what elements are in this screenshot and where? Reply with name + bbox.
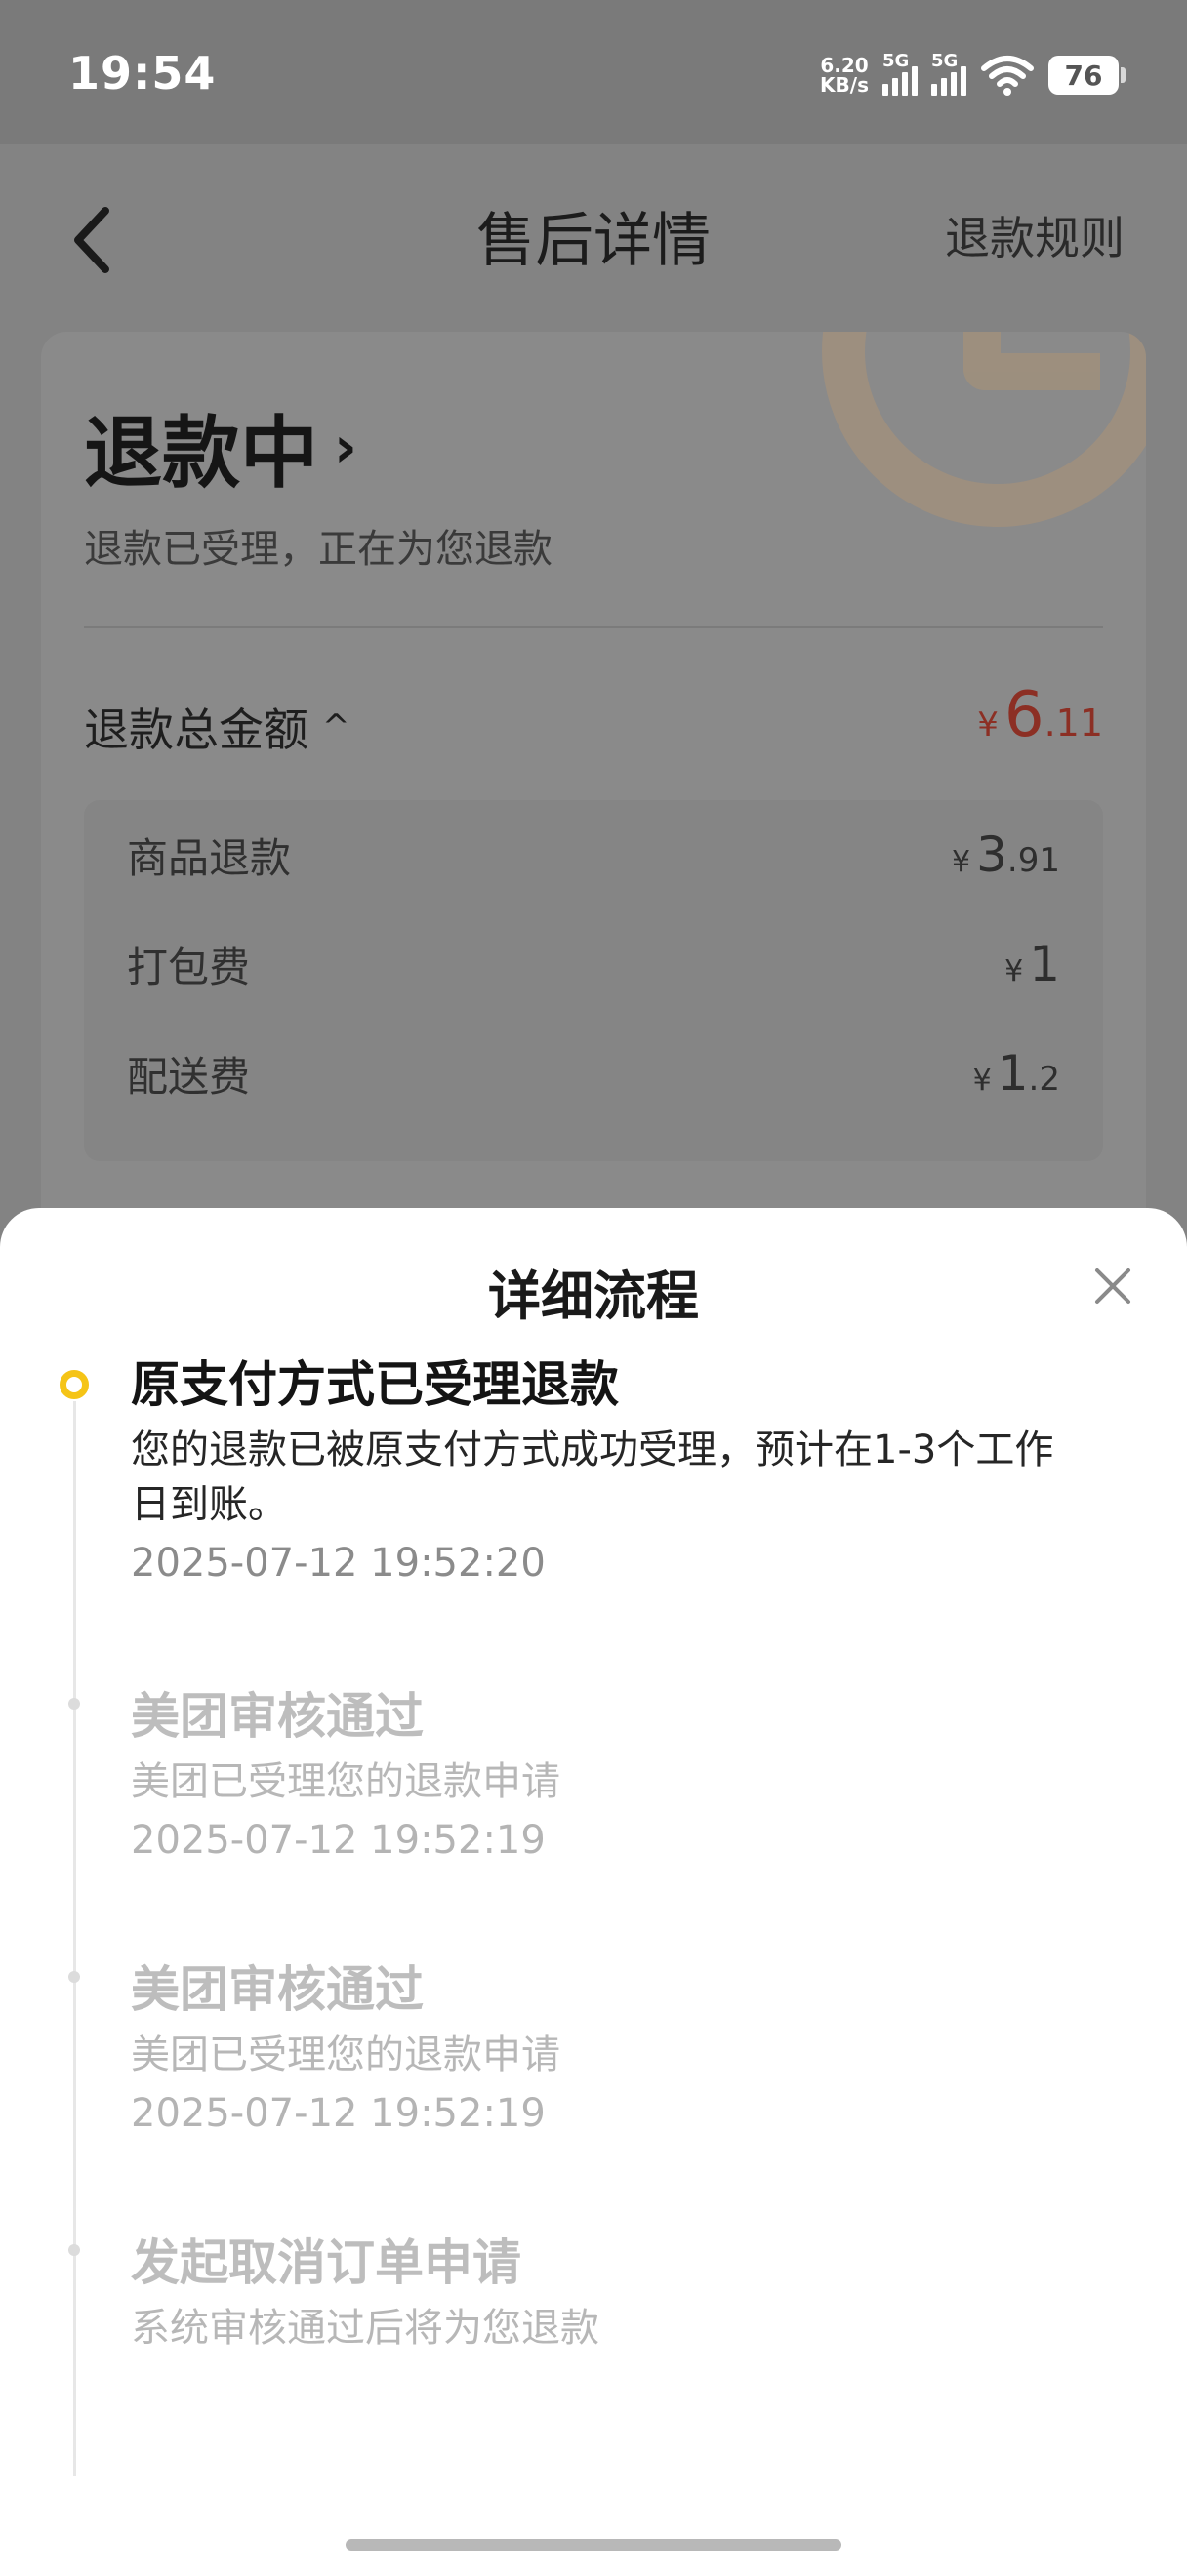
breakdown-row: 打包费 ¥ 1	[127, 935, 1060, 993]
amount-integer: 3	[976, 826, 1007, 883]
breakdown-amount: ¥ 3 .91	[952, 826, 1060, 883]
timeline-line	[73, 1401, 76, 2476]
breakdown-label: 打包费	[127, 943, 251, 991]
currency-symbol: ¥	[977, 705, 999, 745]
status-bar: 19:54 6.20 KB/s 5G 5G 76	[0, 0, 1187, 144]
refund-status-title[interactable]: 退款中 ›	[84, 390, 357, 503]
refund-status-subtitle: 退款已受理，正在为您退款	[84, 527, 553, 572]
refund-total-label: 退款总金额	[84, 704, 308, 756]
chevron-up-icon: ^	[322, 707, 350, 746]
timeline-step: 原支付方式已受理退款 您的退款已被原支付方式成功受理，预计在1-3个工作日到账。…	[131, 1354, 1070, 1590]
step-description: 美团已受理您的退款申请	[131, 2033, 560, 2077]
step-title: 美团审核通过	[131, 1688, 424, 1745]
sheet-title: 详细流程	[488, 1266, 699, 1327]
timeline-step: 发起取消订单申请 系统审核通过后将为您退款	[131, 2233, 1070, 2355]
currency-symbol: ¥	[972, 1064, 992, 1098]
timeline-step: 美团审核通过 美团已受理您的退款申请 2025-07-12 19:52:19	[131, 1959, 1070, 2141]
breakdown-label: 商品退款	[127, 833, 292, 882]
timeline-dot-icon	[68, 1698, 80, 1710]
step-title: 发起取消订单申请	[131, 2234, 521, 2291]
refund-total-toggle[interactable]: 退款总金额 ^	[84, 695, 350, 759]
timeline-dot-icon	[68, 2244, 80, 2256]
status-time: 19:54	[68, 47, 217, 100]
breakdown-row: 配送费 ¥ 1 .2	[127, 1044, 1060, 1103]
refund-status-label: 退款中	[84, 408, 318, 499]
amount-decimal: .2	[1028, 1060, 1060, 1099]
timeline-dot-icon	[68, 1971, 80, 1983]
step-description: 您的退款已被原支付方式成功受理，预计在1-3个工作日到账。	[131, 1428, 1054, 1527]
network-speed: 6.20 KB/s	[820, 56, 869, 95]
battery-icon: 76	[1048, 56, 1126, 95]
step-time: 2025-07-12 19:52:19	[131, 1818, 546, 1863]
currency-symbol: ¥	[1004, 954, 1024, 988]
wifi-icon	[981, 56, 1034, 96]
divider	[84, 626, 1103, 628]
detail-flow-sheet: 详细流程 原支付方式已受理退款 您的退款已被原支付方式成功受理，预计在1-3个工…	[0, 1208, 1187, 2576]
refund-rules-link[interactable]: 退款规则	[945, 203, 1125, 267]
signal-icon: 5G	[931, 51, 966, 96]
step-title: 美团审核通过	[131, 1961, 424, 2018]
refund-breakdown: 商品退款 ¥ 3 .91 打包费 ¥ 1 配送费 ¥ 1 .2	[84, 800, 1103, 1161]
amount-integer: 1	[1029, 936, 1060, 992]
step-time: 2025-07-12 19:52:20	[131, 1541, 546, 1586]
home-indicator[interactable]	[346, 2539, 841, 2551]
chevron-right-icon: ›	[334, 414, 357, 480]
breakdown-label: 配送费	[127, 1052, 251, 1101]
step-time: 2025-07-12 19:52:19	[131, 2091, 546, 2136]
step-description: 美团已受理您的退款申请	[131, 1759, 560, 1804]
step-description: 系统审核通过后将为您退款	[131, 2306, 599, 2351]
amount-integer: 6	[1003, 679, 1044, 751]
refund-total-amount: ¥ 6 .11	[977, 679, 1103, 751]
timeline-dot-active-icon	[60, 1370, 89, 1399]
breakdown-amount: ¥ 1	[1004, 936, 1060, 992]
signal-icon: 5G	[882, 51, 918, 96]
network-speed-value: 6.20	[820, 54, 869, 77]
clock-hand-decoration	[963, 332, 1100, 390]
timeline-step: 美团审核通过 美团已受理您的退款申请 2025-07-12 19:52:19	[131, 1686, 1070, 1868]
amount-decimal: .91	[1006, 841, 1060, 880]
sim2-label: 5G	[931, 51, 959, 71]
network-speed-unit: KB/s	[820, 73, 869, 97]
breakdown-amount: ¥ 1 .2	[973, 1045, 1060, 1102]
close-icon[interactable]	[1089, 1263, 1136, 1309]
amount-integer: 1	[997, 1045, 1029, 1102]
nav-bar: 售后详情 退款规则	[0, 144, 1187, 340]
step-title: 原支付方式已受理退款	[131, 1356, 619, 1413]
currency-symbol: ¥	[952, 845, 971, 879]
sim1-label: 5G	[882, 51, 910, 71]
breakdown-row: 商品退款 ¥ 3 .91	[127, 825, 1060, 884]
amount-decimal: .11	[1044, 702, 1103, 745]
status-icons: 6.20 KB/s 5G 5G 76	[820, 51, 1126, 100]
